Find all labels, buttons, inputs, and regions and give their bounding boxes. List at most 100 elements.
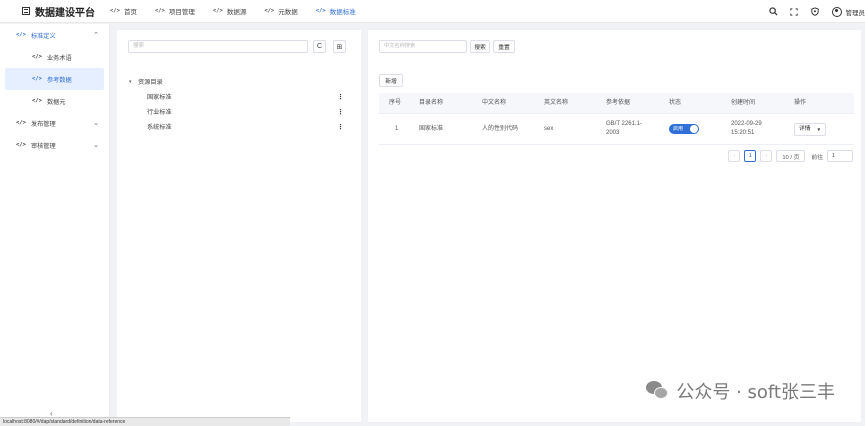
search-button[interactable]: 搜索 [470, 40, 490, 53]
fullscreen-icon[interactable] [790, 7, 799, 16]
sidebar-item-label: 数据元 [46, 98, 66, 106]
table-header: 序号 目录名称 中文名称 英文名称 参考依据 状态 创建时间 操作 [379, 93, 854, 114]
chevron-up-icon: ⌃ [93, 32, 99, 39]
sidebar-item-reference-data[interactable]: </> 参考数据 [5, 68, 104, 90]
nav-datasource[interactable]: </> 数据源 [213, 0, 246, 23]
user-menu[interactable]: 管理员 [831, 6, 865, 17]
nav-data-standard-label: 数据标准 [329, 9, 356, 16]
sidebar-item-label: 业务术语 [46, 54, 72, 62]
cell-created-date: 2022-09-29 [731, 121, 762, 127]
code-icon: </> [16, 32, 26, 38]
prev-page-button[interactable]: ‹ [728, 150, 741, 162]
page-size-select[interactable]: 10 / 页 [776, 150, 806, 162]
catalog-search-input[interactable]: 搜索 [128, 40, 308, 53]
cell-en-name: sex [544, 125, 554, 132]
watermark-text: 公众号 · soft张三丰 [676, 382, 835, 403]
sidebar-group-release-management[interactable]: </> 发布管理 ⌄ [0, 112, 109, 134]
nav-project-management[interactable]: </> 项目管理 [155, 0, 195, 23]
sidebar-group-review-management[interactable]: </> 审核管理 ⌄ [0, 134, 109, 156]
expand-icon: ⊞ [336, 43, 343, 51]
nav-home[interactable]: </> 首页 [110, 0, 137, 23]
search-icon[interactable] [768, 7, 778, 16]
pagination: ‹ 1 › 10 / 页 前往 1 [728, 150, 853, 162]
shield-icon[interactable] [811, 7, 820, 16]
code-icon: </> [154, 8, 165, 14]
nav-data-standard[interactable]: </> 数据标准 [316, 0, 356, 23]
top-bar: 数据建设平台 </> 首页 </> 项目管理 </> 数据源 </> 元数据 </> 数据… [0, 0, 865, 23]
more-icon[interactable]: ⋮ [337, 123, 344, 131]
refresh-button[interactable]: C [313, 40, 326, 53]
cell-basis: GB/T 2261.1- 2003 [602, 120, 665, 138]
tree-node-label: 资源目录 [138, 79, 163, 86]
cell-cn-name: 人的性别代码 [482, 125, 519, 132]
code-icon: </> [16, 120, 26, 126]
nav-metadata[interactable]: </> 元数据 [264, 0, 297, 23]
cell-index: 1 [395, 125, 399, 132]
user-name: 管理员 [845, 9, 865, 17]
tree-node-label: 系统标准 [147, 124, 172, 131]
page-number-button[interactable]: 1 [744, 150, 757, 162]
reset-button[interactable]: 重置 [493, 40, 515, 53]
code-icon: </> [32, 76, 42, 82]
sidebar-group-label: 发布管理 [30, 120, 56, 128]
column-header: 操作 [794, 99, 807, 106]
detail-dropdown-button[interactable]: 详情 ▼ [794, 122, 827, 136]
cell-basis-line2: 2003 [606, 130, 620, 136]
catalog-tree: ▾ 资源目录 国家标准 ⋮ 行业标准 ⋮ 系统标准 ⋮ [129, 74, 354, 134]
refresh-icon: C [316, 43, 323, 50]
code-icon: </> [212, 8, 223, 14]
column-header: 状态 [669, 99, 682, 106]
watermark: 公众号 · soft张三丰 [646, 378, 835, 404]
reference-data-table: 序号 目录名称 中文名称 英文名称 参考依据 状态 创建时间 操作 1 国家标准… [379, 93, 854, 145]
next-page-button[interactable]: › [760, 150, 773, 162]
nav-home-label: 首页 [123, 9, 137, 16]
top-nav: </> 首页 </> 项目管理 </> 数据源 </> 元数据 </> 数据标准 [110, 0, 374, 23]
sidebar-item-data-element[interactable]: </> 数据元 [0, 90, 109, 112]
catalog-panel: 搜索 C ⊞ ▾ 资源目录 国家标准 ⋮ 行业标准 ⋮ 系统标准 ⋮ [117, 30, 361, 422]
cell-basis-line1: GB/T 2261.1- [606, 121, 642, 127]
column-header: 英文名称 [544, 99, 569, 106]
chevron-down-icon: ⌄ [93, 142, 99, 149]
cn-name-search-input[interactable]: 中文名称搜索 [379, 40, 467, 53]
column-header: 参考依据 [606, 99, 631, 106]
detail-label: 详情 [799, 125, 811, 132]
cell-actions: 详情 ▼ [790, 122, 850, 136]
status-bar-url: localhost:8080/#/dap/standard/definition… [0, 417, 290, 426]
tree-node-root[interactable]: ▾ 资源目录 [129, 74, 354, 89]
sidebar: </> 标准定义 ⌃ </> 业务术语 </> 参考数据 </> 数据元 </>… [0, 24, 110, 426]
tree-node-industry-standard[interactable]: 行业标准 ⋮ [129, 104, 354, 119]
nav-metadata-label: 元数据 [278, 9, 298, 16]
nav-project-label: 项目管理 [168, 9, 195, 16]
tree-node-label: 国家标准 [147, 94, 172, 101]
add-button[interactable]: 新增 [379, 74, 403, 87]
tree-node-national-standard[interactable]: 国家标准 ⋮ [129, 89, 354, 104]
nav-datasource-label: 数据源 [226, 9, 247, 16]
top-right-tools: 管理员 [768, 0, 865, 23]
table-row: 1 国家标准 人的性别代码 sex GB/T 2261.1- 2003 启用 2… [379, 114, 854, 145]
sidebar-item-business-terms[interactable]: </> 业务术语 [0, 46, 109, 68]
jump-page-input[interactable]: 1 [827, 150, 853, 162]
chevron-down-icon: ⌄ [93, 120, 99, 127]
sidebar-group-standard-definition[interactable]: </> 标准定义 ⌃ [0, 24, 109, 46]
jump-label: 前往 [811, 154, 823, 161]
code-icon: </> [264, 8, 275, 14]
column-header: 创建时间 [731, 99, 756, 106]
status-toggle-label: 启用 [673, 125, 684, 132]
status-toggle[interactable]: 启用 [669, 124, 699, 134]
tree-node-system-standard[interactable]: 系统标准 ⋮ [129, 119, 354, 134]
cell-created: 2022-09-29 15:20:51 [727, 120, 790, 138]
column-header: 目录名称 [419, 99, 444, 106]
tree-node-label: 行业标准 [147, 109, 172, 116]
code-icon: </> [315, 8, 326, 14]
app-logo-icon [22, 7, 30, 15]
more-icon[interactable]: ⋮ [337, 93, 344, 101]
sidebar-group-label: 标准定义 [30, 32, 56, 40]
app-brand[interactable]: 数据建设平台 [0, 4, 110, 19]
expand-all-button[interactable]: ⊞ [333, 40, 346, 53]
avatar-icon [831, 6, 842, 17]
sidebar-item-label: 参考数据 [46, 76, 72, 84]
reference-data-panel: 中文名称搜索 搜索 重置 新增 序号 目录名称 中文名称 英文名称 参考依据 状… [368, 30, 861, 422]
caret-down-icon[interactable]: ▾ [129, 79, 138, 85]
more-icon[interactable]: ⋮ [337, 108, 344, 116]
cell-created-time: 15:20:51 [731, 130, 755, 136]
